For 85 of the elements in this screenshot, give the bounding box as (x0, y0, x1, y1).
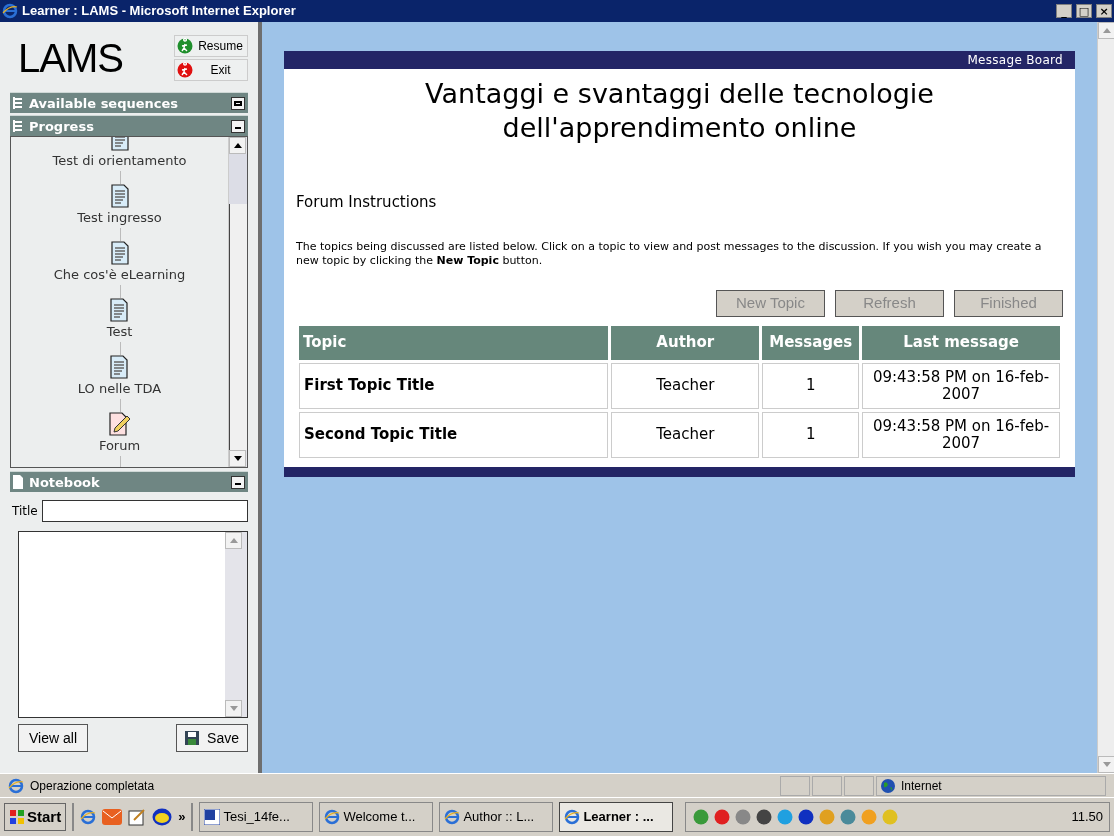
resume-button[interactable]: Resume (174, 35, 248, 57)
document-icon (110, 298, 129, 322)
scroll-up-button[interactable] (229, 137, 246, 154)
more-button[interactable]: » (178, 807, 186, 827)
panel-header[interactable]: Available sequences (10, 92, 248, 113)
column-header: Author (611, 325, 760, 360)
status-panel (812, 775, 842, 796)
lams-logo: LAMS (17, 38, 124, 78)
column-header: Messages (762, 325, 860, 360)
table-cell: 09:43:58 PM on 16-feb-2007 (862, 362, 1060, 409)
panel-title: Available sequences (29, 96, 180, 110)
activity-label[interactable]: Test di orientamento (52, 151, 187, 171)
table-cell: 09:43:58 PM on 16-feb-2007 (862, 411, 1060, 458)
panel-title: Notebook (29, 475, 101, 489)
status-text: Operazione completata (30, 777, 156, 795)
document-icon (110, 184, 129, 208)
down-arrow-icon (233, 456, 242, 461)
column-header: Topic (299, 325, 609, 360)
column-header: Last message (862, 325, 1060, 360)
exit-button[interactable]: Exit (174, 59, 248, 81)
activity-label[interactable]: Che cos'è eLearning (53, 265, 186, 285)
collapse-button[interactable] (231, 475, 245, 489)
start-button[interactable]: Start (4, 803, 67, 831)
browser-icon (2, 3, 18, 19)
tree-icon (13, 119, 23, 133)
taskbar-task[interactable]: Learner : ... (559, 802, 674, 832)
tray-icon[interactable] (755, 808, 774, 826)
up-arrow-icon (1102, 28, 1111, 33)
status-panel (780, 775, 810, 796)
zone-label: Internet (901, 777, 942, 795)
taskbar-task[interactable]: Welcome t... (319, 802, 434, 832)
instructions-text: The topics being discussed are listed below. Click on a topic to view and post messages to the discussion. If you wish you may create a new topic by clicking the New Topic button. (296, 239, 1043, 268)
browser-icon (80, 809, 97, 825)
section-heading: Forum Instructions (296, 192, 438, 213)
table-cell: Teacher (611, 411, 760, 458)
document-icon (110, 355, 129, 379)
status-panel (844, 775, 874, 796)
window-title: Learner : LAMS - Microsoft Internet Explorer (22, 2, 297, 21)
note-pencil-icon (108, 412, 131, 436)
board-header: Message Board (967, 52, 1063, 68)
clock: 11.50 (1071, 808, 1103, 827)
up-arrow-icon (229, 538, 238, 543)
table-cell: 1 (762, 362, 860, 409)
activity-label[interactable]: Test ingresso (77, 208, 162, 228)
collapse-button[interactable] (231, 96, 245, 110)
tray-icon[interactable] (797, 808, 816, 826)
save-button[interactable]: Save (176, 724, 248, 752)
tray-icon[interactable] (713, 808, 732, 826)
taskbar-task[interactable]: Tesi_14fe... (199, 802, 314, 832)
panel-header[interactable]: Progress (10, 115, 248, 136)
title-label: Title (12, 503, 38, 520)
window-control[interactable]: _ (1056, 4, 1072, 18)
browser-icon (444, 809, 461, 825)
collapse-button[interactable] (231, 119, 245, 133)
window-control[interactable]: □ (1076, 4, 1092, 18)
activity-label[interactable]: Forum (98, 436, 141, 456)
topic-link[interactable]: Second Topic Title (299, 411, 609, 458)
down-arrow-icon (229, 706, 238, 711)
activity-label[interactable]: LO nelle TDA (77, 379, 162, 399)
table-cell: Teacher (611, 362, 760, 409)
tree-icon (13, 96, 23, 110)
document-icon (110, 241, 129, 265)
table-cell: 1 (762, 411, 860, 458)
down-arrow-icon (1102, 762, 1111, 767)
activity-label[interactable]: Test (106, 322, 133, 342)
globe-icon (881, 778, 895, 793)
scrollbar[interactable] (228, 137, 247, 467)
taskbar-task[interactable]: Author :: L... (439, 802, 554, 832)
browser-icon (324, 809, 341, 825)
window-control[interactable]: × (1096, 4, 1112, 18)
topic-link[interactable]: First Topic Title (299, 362, 609, 409)
page-title: Vantaggi e svantaggi delle tecnologie dell'apprendimento online (424, 77, 935, 145)
browser-icon (564, 809, 581, 825)
panel-title: Progress (29, 119, 95, 133)
view-all-button[interactable]: View all (18, 724, 88, 752)
scroll-down-button[interactable] (229, 450, 246, 467)
walking-figure-icon (177, 38, 193, 54)
notepad-icon (128, 808, 147, 826)
up-arrow-icon (233, 143, 242, 148)
title-field[interactable] (41, 500, 248, 522)
scroll-thumb[interactable] (229, 154, 247, 204)
envelope-icon (102, 809, 123, 825)
panel-header[interactable]: Notebook (10, 471, 248, 492)
walking-figure-icon (177, 62, 193, 78)
windows-flag-icon (9, 809, 25, 825)
